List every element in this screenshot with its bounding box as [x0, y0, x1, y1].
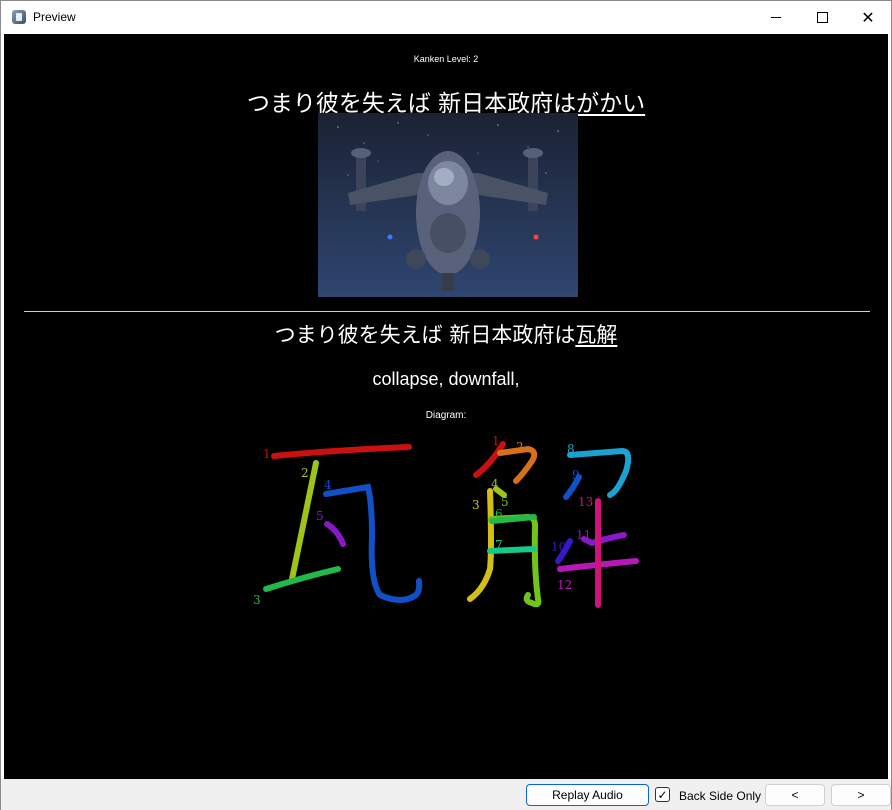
replay-audio-button[interactable]: Replay Audio — [526, 784, 649, 806]
stroke-number-k4: 4 — [491, 477, 499, 491]
minimize-button[interactable] — [753, 1, 799, 34]
stroke-number-k10: 10 — [551, 540, 566, 554]
stroke-number-k7: 7 — [495, 538, 503, 552]
stroke-number-k6: 6 — [495, 507, 503, 521]
stroke-5 — [324, 521, 346, 547]
stroke-number-k12: 12 — [557, 578, 572, 592]
previous-card-button[interactable]: < — [765, 784, 825, 806]
back-target-word: 瓦解 — [575, 323, 618, 347]
back-side-only-checkbox[interactable]: ✓ — [655, 787, 670, 802]
minimize-icon — [771, 17, 781, 18]
stroke-k5 — [488, 513, 542, 608]
app-icon — [12, 10, 26, 24]
stroke-2 — [289, 460, 319, 582]
card-divider — [24, 311, 870, 312]
preview-window: Preview ✕ Kanken Level: 2 つまり彼を失えば 新日本政府… — [0, 0, 892, 810]
close-button[interactable]: ✕ — [845, 1, 891, 34]
window-title: Preview — [33, 10, 76, 24]
stroke-order-diagram: 1 2 3 4 5 1 2 3 4 5 6 7 8 9 10 11 12 13 — [253, 434, 639, 608]
stroke-number-5: 5 — [316, 509, 324, 523]
kanken-level: Kanken Level: 2 — [413, 54, 479, 64]
stroke-number-k1: 1 — [492, 434, 500, 448]
check-icon: ✓ — [657, 787, 668, 802]
stroke-number-k2: 2 — [516, 440, 524, 454]
stroke-number-k3: 3 — [472, 498, 480, 512]
stroke-number-4: 4 — [324, 478, 332, 492]
maximize-icon — [816, 12, 828, 23]
card-preview-area: Kanken Level: 2 つまり彼を失えば 新日本政府は がかい つまり彼を… — [4, 34, 888, 779]
stroke-number-k9: 9 — [572, 468, 580, 482]
next-card-button[interactable]: > — [831, 784, 891, 806]
stroke-number-1: 1 — [263, 447, 271, 461]
stroke-number-k11: 11 — [576, 528, 591, 542]
back-side-only-label[interactable]: Back Side Only — [679, 789, 761, 803]
back-sentence: つまり彼を失えば 新日本政府は瓦解 — [4, 319, 888, 349]
stroke-number-k8: 8 — [567, 442, 575, 456]
stroke-3 — [263, 566, 341, 592]
diagram-label: Diagram: — [425, 410, 467, 421]
stroke-number-k13: 13 — [578, 495, 593, 509]
card-picture — [318, 113, 578, 297]
meaning-text: collapse, downfall, — [372, 369, 520, 389]
close-icon: ✕ — [861, 7, 875, 27]
stroke-number-3: 3 — [253, 593, 261, 607]
maximize-button[interactable] — [799, 1, 845, 34]
stroke-k1 — [473, 441, 506, 478]
stroke-number-2: 2 — [301, 466, 309, 480]
back-sentence-prefix: つまり彼を失えば 新日本政府は — [274, 323, 576, 347]
stroke-1 — [271, 444, 412, 459]
title-bar[interactable]: Preview ✕ — [1, 1, 891, 34]
front-target-word: がかい — [576, 91, 646, 117]
preview-footer: Replay Audio ✓ Back Side Only < > — [1, 779, 891, 810]
